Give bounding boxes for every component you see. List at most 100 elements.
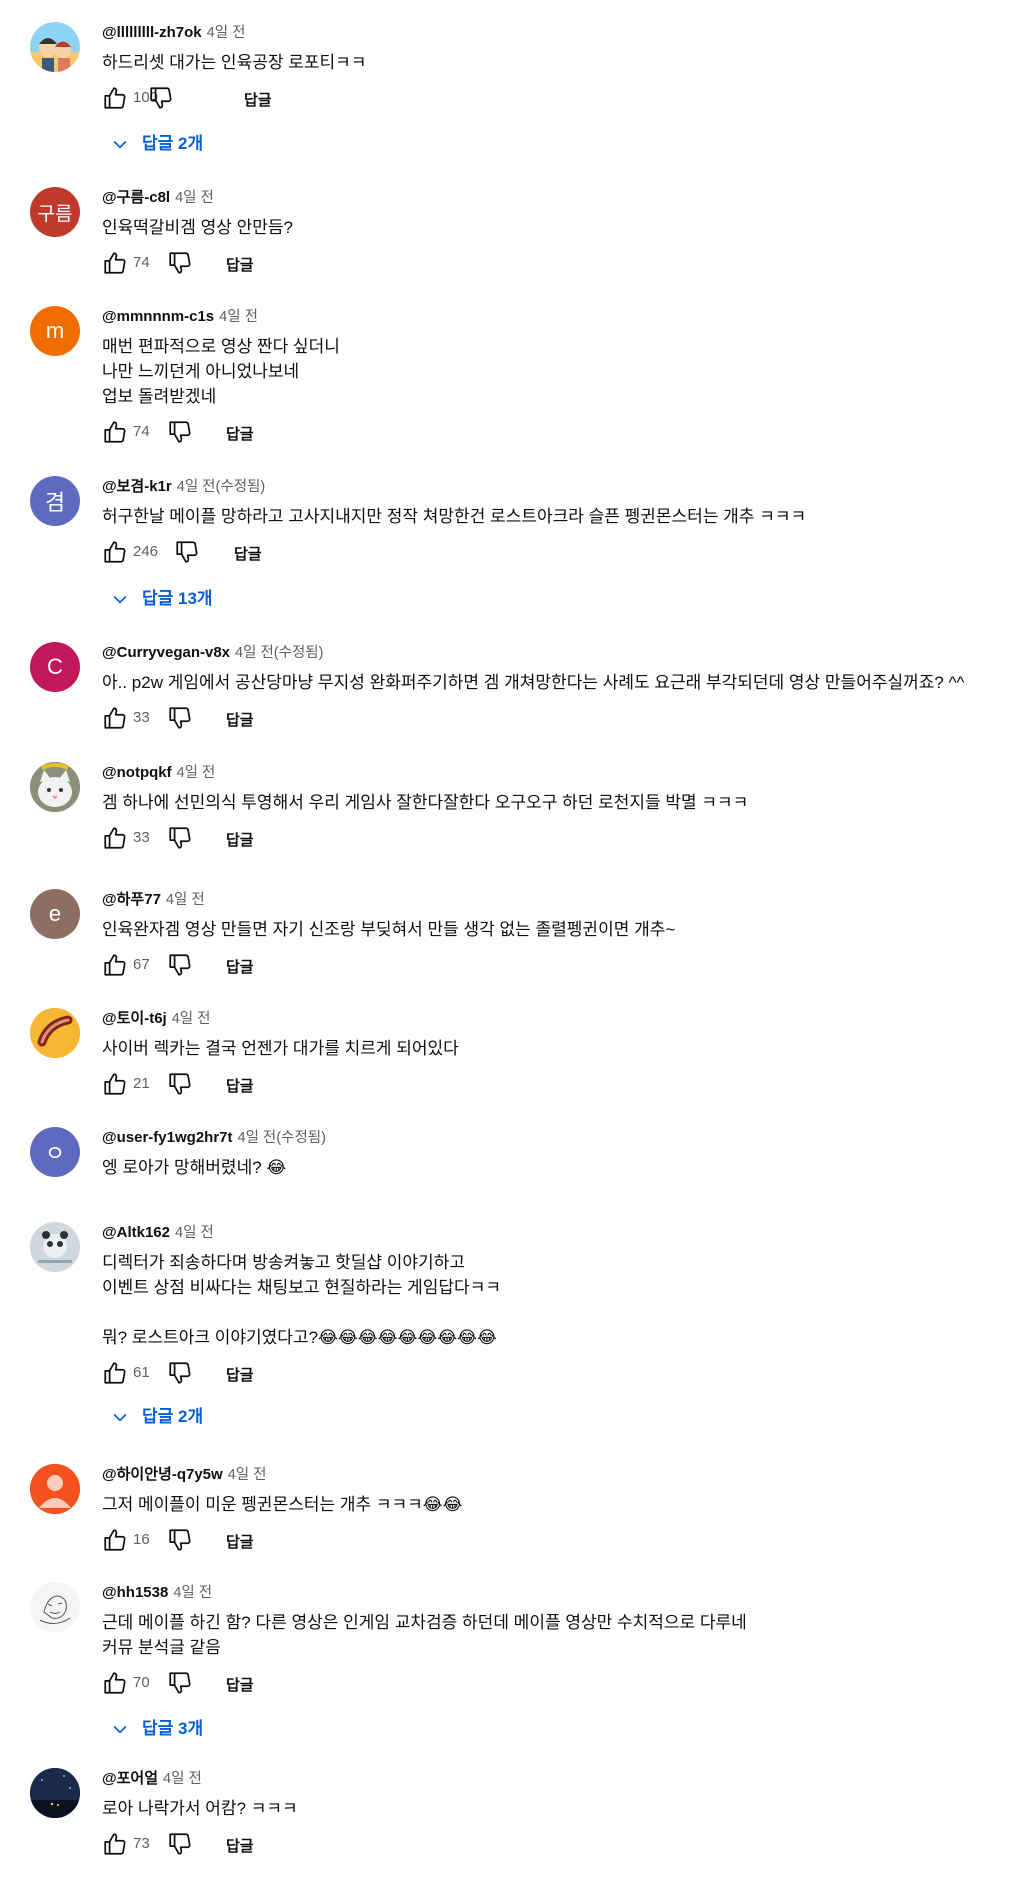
comment-time[interactable]: 4일 전	[177, 765, 216, 781]
comment-body: @보겸-k1r 4일 전(수정됨) 허구한날 메이플 망하라고 고사지내지만 정작 …	[102, 476, 1004, 569]
dislike-icon[interactable]	[167, 952, 193, 978]
comment-time[interactable]: 4일 전	[175, 190, 214, 206]
comment-text: 사이버 렉카는 결국 언젠가 대가를 치르게 되어있다	[102, 1039, 459, 1058]
sketch-drawing-avatar[interactable]	[30, 1582, 80, 1632]
like-count: 33	[133, 709, 150, 726]
like-icon[interactable]	[102, 1071, 128, 1097]
cartoon-couple-avatar[interactable]	[30, 22, 80, 72]
avatar[interactable]: ㅇ	[30, 1127, 80, 1177]
dislike-icon[interactable]	[174, 539, 200, 565]
comment-actions: 70 답글	[102, 1670, 1004, 1700]
like-icon[interactable]	[102, 85, 128, 111]
default-person-avatar[interactable]	[30, 1464, 80, 1514]
comment-author[interactable]: @lllllllll-zh7ok	[102, 24, 202, 41]
dislike-icon[interactable]	[167, 1071, 193, 1097]
avatar[interactable]: 겸	[30, 476, 80, 526]
comment-body: @user-fy1wg2hr7t 4일 전(수정됨) 엥 로아가 망해버렸네? 😂	[102, 1127, 1004, 1180]
dislike-icon[interactable]	[167, 250, 193, 276]
comment-time[interactable]: 4일 전	[219, 309, 258, 325]
reply-button[interactable]: 답글	[226, 423, 254, 444]
comment-author[interactable]: @Curryvegan-v8x	[102, 644, 230, 661]
like-count: 67	[133, 956, 150, 973]
comment-time[interactable]: 4일 전	[228, 1467, 267, 1483]
reply-button[interactable]: 답글	[226, 1075, 254, 1096]
like-count: 73	[133, 1835, 150, 1852]
comment-author[interactable]: @notpqkf	[102, 764, 172, 781]
comment-author[interactable]: @하이안녕-q7y5w	[102, 1466, 223, 1483]
comment-author[interactable]: @포어얼	[102, 1770, 158, 1787]
like-icon[interactable]	[102, 1831, 128, 1857]
reply-button[interactable]: 답글	[234, 543, 262, 564]
like-icon[interactable]	[102, 1670, 128, 1696]
reply-button[interactable]: 답글	[226, 1674, 254, 1695]
comment-text: 허구한날 메이플 망하라고 고사지내지만 정작 쳐망한건 로스트아크라 슬픈 펭…	[102, 507, 807, 526]
comment-time[interactable]: 4일 전	[175, 1225, 214, 1241]
dislike-icon[interactable]	[148, 85, 174, 111]
comment-time[interactable]: 4일 전	[172, 1011, 211, 1027]
avatar[interactable]: C	[30, 642, 80, 692]
reply-button[interactable]: 답글	[226, 1835, 254, 1856]
dislike-icon[interactable]	[167, 705, 193, 731]
comment-author[interactable]: @구름-c8l	[102, 189, 170, 206]
night-sky-avatar[interactable]	[30, 1768, 80, 1818]
like-icon[interactable]	[102, 705, 128, 731]
like-count: 21	[133, 1075, 150, 1092]
comment-author[interactable]: @hh1538	[102, 1584, 168, 1601]
comment-meta: @lllllllll-zh7ok 4일 전	[102, 22, 1004, 44]
comment-time[interactable]: 4일 전(수정됨)	[177, 479, 265, 495]
comment-author[interactable]: @user-fy1wg2hr7t	[102, 1129, 233, 1146]
reply-button[interactable]: 답글	[226, 829, 254, 850]
like-icon[interactable]	[102, 952, 128, 978]
avatar[interactable]: e	[30, 889, 80, 939]
dislike-icon[interactable]	[167, 419, 193, 445]
like-icon[interactable]	[102, 419, 128, 445]
like-icon[interactable]	[102, 250, 128, 276]
comment-meta: @보겸-k1r 4일 전(수정됨)	[102, 476, 1004, 498]
bacon-avatar[interactable]	[30, 1008, 80, 1058]
replies-count-label: 답글 13개	[142, 589, 213, 608]
avatar[interactable]: m	[30, 306, 80, 356]
comment-actions: 21 답글	[102, 1071, 1004, 1101]
comment-author[interactable]: @하푸77	[102, 891, 161, 908]
comment-author[interactable]: @mmnnnm-c1s	[102, 308, 214, 325]
comment-meta: @구름-c8l 4일 전	[102, 187, 1004, 209]
dislike-icon[interactable]	[167, 1527, 193, 1553]
dislike-icon[interactable]	[167, 1670, 193, 1696]
panda-photo-avatar[interactable]	[30, 1222, 80, 1272]
view-replies-button[interactable]: 답글 13개	[110, 583, 213, 615]
comment-meta: @user-fy1wg2hr7t 4일 전(수정됨)	[102, 1127, 1004, 1149]
comment-time[interactable]: 4일 전	[166, 892, 205, 908]
white-cat-avatar[interactable]	[30, 762, 80, 812]
comment-time[interactable]: 4일 전(수정됨)	[235, 645, 323, 661]
reply-button[interactable]: 답글	[244, 89, 272, 110]
reply-button[interactable]: 답글	[226, 254, 254, 275]
view-replies-button[interactable]: 답글 3개	[110, 1713, 203, 1745]
comment-text: 인육떡갈비겜 영상 안만듬?	[102, 218, 293, 237]
comment-meta: @토이-t6j 4일 전	[102, 1008, 1004, 1030]
dislike-icon[interactable]	[167, 825, 193, 851]
like-icon[interactable]	[102, 1527, 128, 1553]
view-replies-button[interactable]: 답글 2개	[110, 128, 203, 160]
comment-text: 하드리셋 대가는 인육공장 로포티ㅋㅋ	[102, 53, 367, 72]
comment-author[interactable]: @토이-t6j	[102, 1010, 167, 1027]
view-replies-button[interactable]: 답글 2개	[110, 1401, 203, 1433]
reply-button[interactable]: 답글	[226, 1531, 254, 1552]
chevron-down-icon	[113, 1413, 127, 1422]
avatar[interactable]: 구름	[30, 187, 80, 237]
comment-time[interactable]: 4일 전	[173, 1585, 212, 1601]
comment-time[interactable]: 4일 전	[207, 25, 246, 41]
comment-body: @토이-t6j 4일 전사이버 렉카는 결국 언젠가 대가를 치르게 되어있다 21…	[102, 1008, 1004, 1101]
comment-author[interactable]: @보겸-k1r	[102, 478, 172, 495]
reply-button[interactable]: 답글	[226, 709, 254, 730]
comment-author[interactable]: @Altk162	[102, 1224, 170, 1241]
dislike-icon[interactable]	[167, 1831, 193, 1857]
comment-list: @lllllllll-zh7ok 4일 전 하드리셋 대가는 인육공장 로포티ㅋㅋ 1…	[0, 0, 1024, 1878]
like-icon[interactable]	[102, 1360, 128, 1386]
like-icon[interactable]	[102, 825, 128, 851]
comment-time[interactable]: 4일 전	[163, 1771, 202, 1787]
reply-button[interactable]: 답글	[226, 1364, 254, 1385]
comment-time[interactable]: 4일 전(수정됨)	[238, 1130, 326, 1146]
like-icon[interactable]	[102, 539, 128, 565]
dislike-icon[interactable]	[167, 1360, 193, 1386]
reply-button[interactable]: 답글	[226, 956, 254, 977]
